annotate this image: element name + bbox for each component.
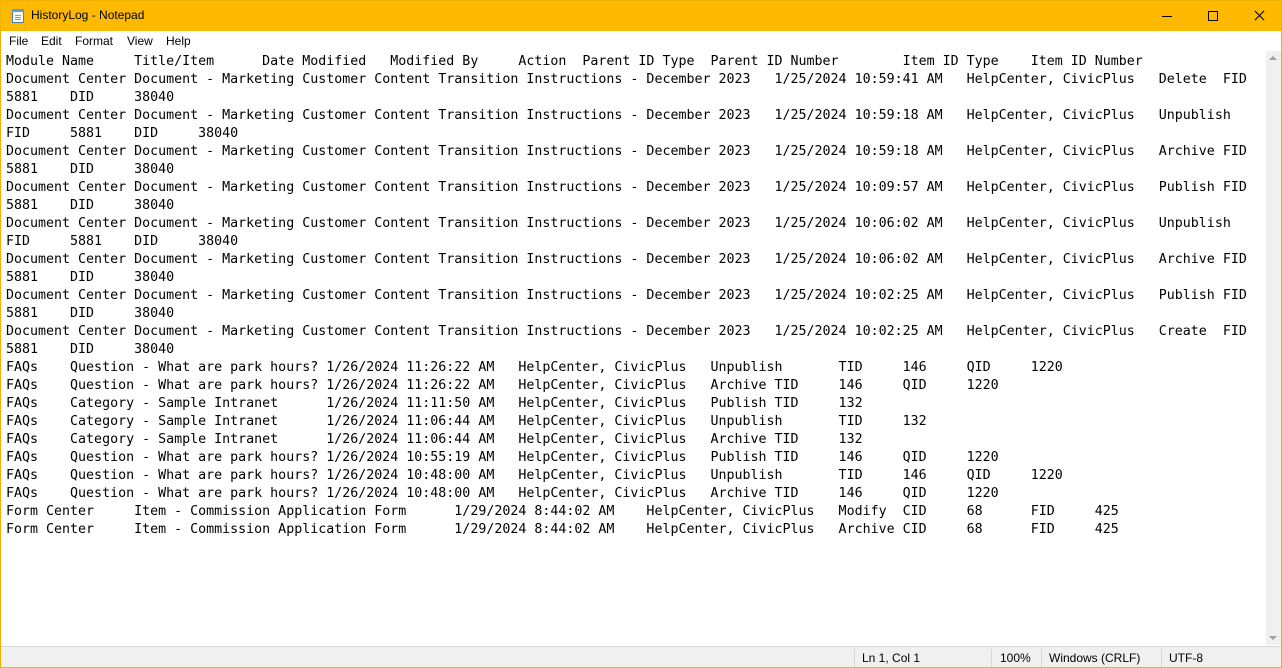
line-ending: Windows (CRLF) bbox=[1049, 651, 1141, 665]
text-line: 5881 DID 38040 bbox=[6, 306, 175, 321]
menu-bar: File Edit Format View Help bbox=[1, 31, 1281, 51]
zoom-level: 100% bbox=[1000, 651, 1031, 665]
text-line: 5881 DID 38040 bbox=[6, 162, 175, 177]
text-line: FID 5881 DID 38040 bbox=[6, 126, 239, 141]
text-line: Document Center Document - Marketing Cus… bbox=[6, 324, 1247, 339]
scroll-down-arrow-icon[interactable] bbox=[1269, 636, 1277, 640]
notepad-window: HistoryLog - Notepad File Edit Format Vi… bbox=[0, 0, 1282, 668]
title-bar[interactable]: HistoryLog - Notepad bbox=[1, 1, 1281, 31]
text-line: Module Name Title/Item Date Modified Mod… bbox=[6, 54, 1143, 69]
status-divider bbox=[854, 649, 855, 667]
text-line: Document Center Document - Marketing Cus… bbox=[6, 72, 1247, 87]
text-line: FAQs Question - What are park hours? 1/2… bbox=[6, 378, 999, 393]
menu-file[interactable]: File bbox=[9, 34, 28, 48]
text-line: FAQs Question - What are park hours? 1/2… bbox=[6, 468, 1063, 483]
text-line: Document Center Document - Marketing Cus… bbox=[6, 108, 1231, 123]
text-line: FID 5881 DID 38040 bbox=[6, 234, 239, 249]
text-line: Document Center Document - Marketing Cus… bbox=[6, 216, 1231, 231]
window-title: HistoryLog - Notepad bbox=[31, 8, 145, 22]
text-line: FAQs Question - What are park hours? 1/2… bbox=[6, 450, 999, 465]
text-line: FAQs Category - Sample Intranet 1/26/202… bbox=[6, 396, 863, 411]
menu-edit[interactable]: Edit bbox=[41, 34, 62, 48]
text-line: FAQs Question - What are park hours? 1/2… bbox=[6, 486, 999, 501]
maximize-button[interactable] bbox=[1190, 1, 1236, 31]
minimize-button[interactable] bbox=[1144, 1, 1190, 31]
close-button[interactable] bbox=[1236, 1, 1281, 31]
menu-view[interactable]: View bbox=[127, 34, 153, 48]
status-divider bbox=[1041, 649, 1042, 667]
text-line: FAQs Question - What are park hours? 1/2… bbox=[6, 360, 1063, 375]
text-line: 5881 DID 38040 bbox=[6, 198, 175, 213]
encoding: UTF-8 bbox=[1169, 651, 1203, 665]
text-line: Document Center Document - Marketing Cus… bbox=[6, 288, 1247, 303]
text-editor[interactable]: Module Name Title/Item Date Modified Mod… bbox=[1, 51, 1266, 645]
text-line: Document Center Document - Marketing Cus… bbox=[6, 144, 1247, 159]
status-divider bbox=[1161, 649, 1162, 667]
text-line: Form Center Item - Commission Applicatio… bbox=[6, 522, 1119, 537]
cursor-position: Ln 1, Col 1 bbox=[862, 651, 921, 665]
text-line: Form Center Item - Commission Applicatio… bbox=[6, 504, 1119, 519]
menu-format[interactable]: Format bbox=[75, 34, 113, 48]
vertical-scrollbar[interactable] bbox=[1266, 51, 1281, 645]
text-line: 5881 DID 38040 bbox=[6, 270, 175, 285]
text-line: Document Center Document - Marketing Cus… bbox=[6, 252, 1247, 267]
scroll-up-arrow-icon[interactable] bbox=[1269, 56, 1277, 60]
status-divider bbox=[991, 649, 992, 667]
text-line: 5881 DID 38040 bbox=[6, 342, 175, 357]
document-text[interactable]: Module Name Title/Item Date Modified Mod… bbox=[1, 51, 1266, 539]
text-line: FAQs Category - Sample Intranet 1/26/202… bbox=[6, 414, 927, 429]
status-bar: Ln 1, Col 1 100% Windows (CRLF) UTF-8 bbox=[1, 646, 1281, 667]
text-line: Document Center Document - Marketing Cus… bbox=[6, 180, 1247, 195]
text-line: FAQs Category - Sample Intranet 1/26/202… bbox=[6, 432, 863, 447]
menu-help[interactable]: Help bbox=[166, 34, 191, 48]
notepad-icon bbox=[12, 9, 24, 23]
text-line: 5881 DID 38040 bbox=[6, 90, 175, 105]
